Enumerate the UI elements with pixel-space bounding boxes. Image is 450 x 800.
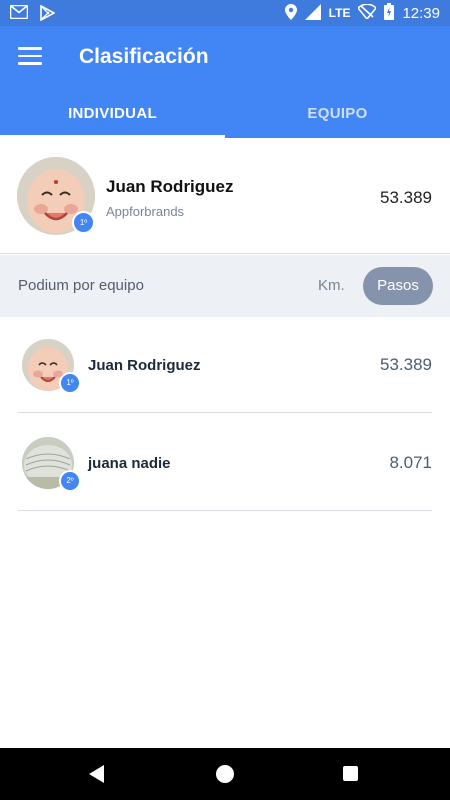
- row-score: 53.389: [380, 355, 432, 374]
- list-item[interactable]: 1º Juan Rodriguez 53.389: [18, 317, 432, 413]
- list-item[interactable]: 2º juana nadie 8.071: [18, 415, 432, 511]
- rank-badge: 2º: [59, 470, 81, 492]
- tab-bar: INDIVIDUAL EQUIPO: [0, 90, 450, 138]
- page-title: Clasificación: [79, 45, 209, 68]
- clock: 12:39: [402, 4, 440, 22]
- row-score: 8.071: [389, 453, 432, 472]
- location-icon: [284, 3, 297, 23]
- menu-icon[interactable]: [18, 47, 42, 67]
- back-icon[interactable]: [89, 765, 104, 783]
- filter-label: Podium por equipo: [18, 277, 144, 294]
- play-store-icon: [40, 4, 56, 26]
- home-icon[interactable]: [216, 765, 234, 783]
- battery-icon: [384, 3, 395, 23]
- system-nav-bar: [0, 748, 450, 800]
- tab-individual[interactable]: INDIVIDUAL: [0, 90, 225, 138]
- row-name: Juan Rodriguez: [88, 357, 201, 374]
- tab-equipo[interactable]: EQUIPO: [225, 90, 450, 138]
- rank-badge: 1º: [59, 372, 81, 394]
- pasos-toggle[interactable]: Pasos: [363, 267, 433, 305]
- user-name: Juan Rodriguez: [106, 177, 234, 196]
- recent-apps-icon[interactable]: [343, 766, 358, 781]
- status-bar: LTE 12:39: [0, 0, 450, 26]
- signal-icon: [304, 3, 321, 23]
- wifi-icon: [357, 3, 378, 22]
- rank-badge: 1º: [72, 211, 95, 234]
- user-score: 53.389: [380, 188, 432, 207]
- network-type: LTE: [328, 6, 351, 20]
- current-user-card[interactable]: 1º Juan Rodriguez Appforbrands 53.389: [0, 138, 450, 254]
- row-name: juana nadie: [88, 455, 171, 472]
- filter-bar: Podium por equipo Km. Pasos: [0, 255, 450, 317]
- gmail-icon: [9, 4, 29, 26]
- user-company: Appforbrands: [106, 204, 185, 219]
- km-toggle[interactable]: Km.: [318, 277, 345, 294]
- app-bar: Clasificación: [0, 26, 450, 90]
